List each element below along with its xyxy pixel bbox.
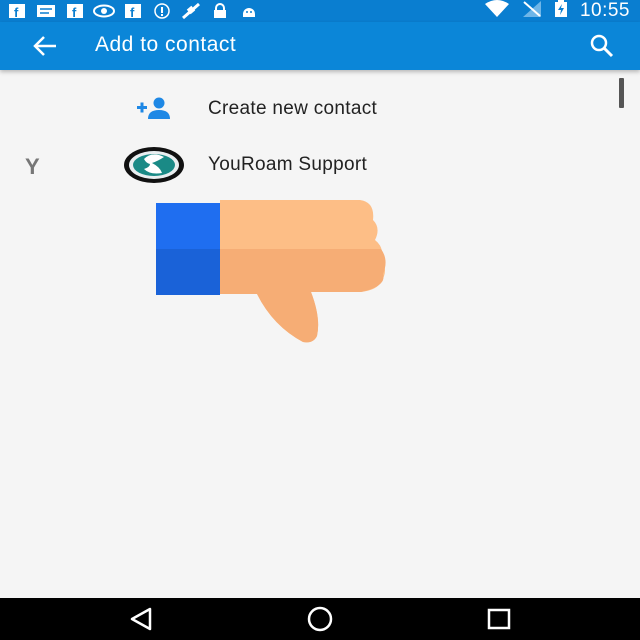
facebook-icon: f — [6, 3, 28, 19]
create-new-contact-label: Create new contact — [208, 98, 378, 119]
thumbs-down-icon — [156, 200, 386, 343]
create-new-contact-item[interactable]: Create new contact — [0, 81, 610, 137]
scrollbar[interactable] — [619, 78, 624, 108]
satellite-icon — [180, 2, 202, 20]
back-button[interactable] — [32, 34, 58, 58]
wifi-icon — [484, 0, 510, 23]
search-icon — [590, 34, 614, 58]
message-icon — [35, 3, 57, 19]
circle-home-icon — [307, 606, 333, 632]
svg-text:f: f — [130, 5, 135, 19]
nav-home-button[interactable] — [303, 606, 337, 632]
system-icons: 10:55 — [484, 0, 630, 22]
eye-icon — [93, 3, 115, 19]
facebook-icon: f — [64, 3, 86, 19]
contact-name: YouRoam Support — [208, 154, 368, 175]
arrow-left-icon — [33, 36, 56, 56]
navigation-bar — [0, 598, 640, 640]
triangle-back-icon — [130, 607, 152, 631]
no-signal-icon — [522, 0, 542, 23]
battery-charging-icon — [554, 0, 568, 23]
android-icon — [238, 3, 260, 19]
app-bar: Add to contact — [0, 22, 640, 70]
svg-text:f: f — [14, 5, 19, 19]
notification-icons: f f f — [0, 0, 260, 22]
nav-back-button[interactable] — [124, 606, 158, 632]
info-icon — [151, 3, 173, 19]
status-bar: f f f 10:55 — [0, 0, 640, 22]
nav-recents-button[interactable] — [482, 606, 516, 632]
contact-item-youroam[interactable]: YouRoam Support — [0, 137, 610, 193]
clock: 10:55 — [579, 0, 630, 21]
search-button[interactable] — [588, 32, 616, 60]
add-person-icon — [137, 97, 170, 119]
facebook-icon: f — [122, 3, 144, 19]
svg-text:f: f — [72, 5, 77, 19]
square-recents-icon — [487, 608, 511, 630]
lock-icon — [209, 3, 231, 19]
contact-avatar — [124, 147, 184, 183]
page-title: Add to contact — [95, 33, 237, 56]
